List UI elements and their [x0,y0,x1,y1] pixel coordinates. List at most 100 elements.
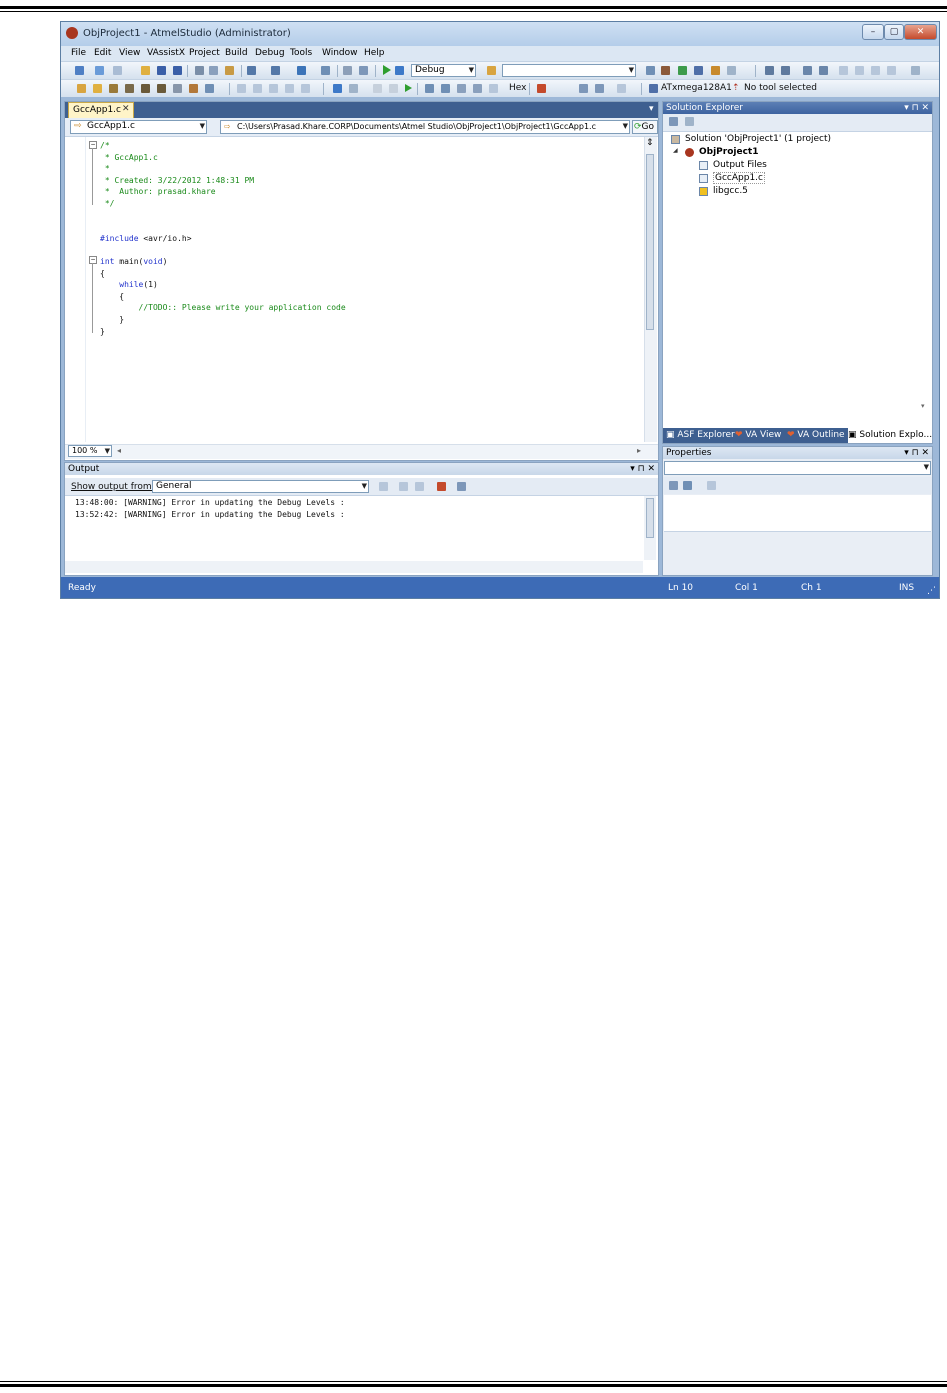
tree-item[interactable]: GccApp1.c [699,172,765,184]
frequency-icon[interactable] [173,84,182,93]
output-text[interactable]: 13:48:00: [WARNING] Error in updating th… [65,496,643,560]
save-all-icon[interactable] [173,66,182,75]
split-view-icon[interactable]: ⇕ [646,138,654,148]
other-windows-icon[interactable] [727,66,736,75]
redo-icon[interactable] [271,66,280,75]
indent-icon[interactable] [765,66,774,75]
paste-icon[interactable] [225,66,234,75]
add-item-icon[interactable] [95,66,104,75]
tab-va-view[interactable]: ❤ VA View [735,430,781,440]
expand-arrow-icon[interactable]: ◢ [673,147,678,154]
navigate-icon[interactable] [297,66,306,75]
minimize-button[interactable]: – [862,24,884,40]
step-into-icon[interactable] [373,84,382,93]
scroll-right-icon[interactable]: ▸ [637,446,641,455]
show-all-files-icon[interactable] [685,117,694,126]
breakpoint-icon[interactable] [537,84,546,93]
device-icon[interactable] [125,84,134,93]
panel-controls[interactable]: ▾ ⊓ ✕ [630,463,655,475]
clear-bookmarks-icon[interactable] [887,66,896,75]
continue-icon[interactable] [333,84,342,93]
menu-project[interactable]: Project [189,48,220,58]
cut-icon[interactable] [195,66,204,75]
path-combo[interactable]: ⇨ C:\Users\Prasad.Khare.CORP\Documents\At… [220,120,630,134]
output-header[interactable]: Output ▾ ⊓ ✕ [65,463,658,475]
zoom-icon[interactable] [359,66,368,75]
solution-explorer-icon[interactable] [661,66,670,75]
watch-icon[interactable] [285,84,294,93]
undo-icon[interactable] [247,66,256,75]
tree-item[interactable]: ◢ ObjProject1 [673,147,758,157]
scroll-thumb[interactable] [646,154,654,330]
io-view-icon[interactable] [301,84,310,93]
tool-selector[interactable]: No tool selected [744,83,817,93]
menu-window[interactable]: Window [322,48,358,58]
step-out-icon[interactable] [457,84,466,93]
object-browser-icon[interactable] [694,66,703,75]
tab-solution-explorer[interactable]: ▣ Solution Explo... [848,428,932,443]
find-icon[interactable] [321,66,330,75]
solution-explorer-header[interactable]: Solution Explorer ▾ ⊓ ✕ [663,102,932,114]
properties-object-combo[interactable]: ▼ [664,461,931,475]
processor-icon[interactable] [617,84,626,93]
menu-view[interactable]: View [119,48,140,58]
next-bookmark-icon[interactable] [871,66,880,75]
menu-vassistx[interactable]: VAssistX [147,48,185,58]
title-bar[interactable]: ObjProject1 - AtmelStudio (Administrator… [61,22,939,46]
configuration-combo[interactable]: Debug ▼ [411,64,476,77]
menu-tools[interactable]: Tools [290,48,312,58]
resize-grip-icon[interactable]: ⋰ [927,586,936,596]
toolbar-options-icon[interactable] [911,66,920,75]
menu-file[interactable]: File [71,48,86,58]
disassembly-icon[interactable] [237,84,246,93]
new-project-icon[interactable] [75,66,84,75]
zoom-combo[interactable]: 100 % ▼ [68,445,112,457]
tree-item[interactable]: libgcc.5 [699,186,748,196]
start-debugging-icon[interactable] [383,65,391,75]
panel-controls[interactable]: ▾ ⊓ ✕ [904,102,929,114]
new-file-icon[interactable] [77,84,86,93]
device-selector[interactable]: ATxmega128A1 [661,83,732,93]
properties-window-icon[interactable] [678,66,687,75]
prev-message-icon[interactable] [399,482,408,491]
menu-build[interactable]: Build [225,48,248,58]
registers-icon[interactable] [253,84,262,93]
open-folder-icon[interactable] [141,66,150,75]
menu-help[interactable]: Help [364,48,385,58]
output-horizontal-scrollbar[interactable] [65,561,643,573]
tree-item[interactable]: Solution 'ObjProject1' (1 project) [671,134,831,144]
find-in-files-icon[interactable] [646,66,655,75]
tree-item[interactable]: Output Files [699,160,767,170]
maximize-button[interactable]: ▢ [884,24,904,40]
show-next-statement-icon[interactable] [425,84,434,93]
close-button[interactable]: ✕ [904,24,937,40]
close-icon[interactable]: ✕ [122,104,130,114]
comment-icon[interactable] [803,66,812,75]
toolbox-icon[interactable] [711,66,720,75]
bookmark-icon[interactable] [839,66,848,75]
run-to-cursor-icon[interactable] [473,84,482,93]
tab-dropdown-icon[interactable]: ▾ [649,104,654,114]
memory-icon[interactable] [269,84,278,93]
scroll-left-icon[interactable]: ◂ [117,446,121,455]
chip-icon[interactable] [141,84,150,93]
breakpoints-window-icon[interactable] [579,84,588,93]
alphabetical-icon[interactable] [683,481,692,490]
menu-debug[interactable]: Debug [255,48,285,58]
code-area[interactable]: /* * GccApp1.c * * Created: 3/22/2012 1:… [65,137,643,442]
tab-va-outline[interactable]: ❤ VA Outline [787,430,845,440]
properties-grid[interactable] [664,495,931,532]
go-button[interactable]: ⟳Go [632,120,658,134]
add-existing-icon[interactable] [113,66,122,75]
outdent-icon[interactable] [781,66,790,75]
run-icon[interactable] [405,84,412,92]
property-pages-icon[interactable] [707,481,716,490]
output-source-combo[interactable]: General ▼ [152,480,369,493]
device-programming-icon[interactable] [109,84,118,93]
file-scope-combo[interactable]: ⇨ GccApp1.c ▼ [70,120,207,134]
open-file-icon[interactable] [93,84,102,93]
prev-bookmark-icon[interactable] [855,66,864,75]
step-over-icon[interactable] [441,84,450,93]
next-message-icon[interactable] [415,482,424,491]
output-scroll-thumb[interactable] [646,498,654,538]
